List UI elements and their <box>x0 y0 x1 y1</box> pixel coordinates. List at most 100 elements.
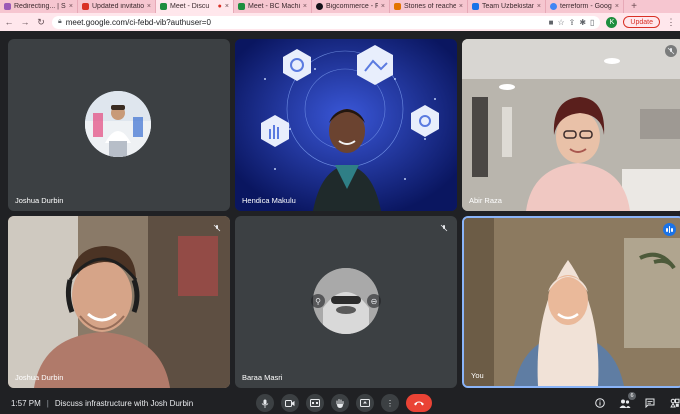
tab-title: Updated invitation <box>92 3 144 10</box>
browser-tab-active[interactable]: Meet - Discu ● × <box>156 0 234 13</box>
participant-video <box>235 39 457 211</box>
camera-permission-icon[interactable]: ■ <box>549 18 554 27</box>
participant-name: You <box>471 371 484 380</box>
browser-tab[interactable]: Bigcommerce - F × <box>312 0 390 13</box>
more-options-button[interactable]: ⋮ <box>381 394 399 412</box>
mic-off-icon <box>665 45 677 57</box>
browser-tab[interactable]: Team Uzbekistan × <box>468 0 546 13</box>
recording-dot-icon: ● <box>217 3 222 10</box>
browser-tab[interactable]: Stories of reache × <box>390 0 468 13</box>
captions-icon <box>310 399 320 407</box>
microphone-button[interactable] <box>256 394 274 412</box>
close-icon[interactable]: × <box>459 3 463 10</box>
profile-avatar[interactable]: K <box>606 16 618 28</box>
new-tab-button[interactable]: + <box>624 0 644 13</box>
forward-icon[interactable]: → <box>20 17 30 27</box>
participant-name: Joshua Durbin <box>15 373 64 382</box>
participant-name: Abir Raza <box>469 196 502 205</box>
close-icon[interactable]: × <box>381 3 385 10</box>
people-icon <box>619 399 631 408</box>
close-icon[interactable]: × <box>69 3 73 10</box>
hang-up-icon <box>414 401 424 406</box>
browser-tab[interactable]: Redirecting... | Sl × <box>0 0 78 13</box>
side-panel-controls: 6 <box>592 392 680 411</box>
tab-favicon <box>394 3 401 10</box>
tab-title: Stories of reache <box>404 3 456 10</box>
meeting-separator: | <box>46 398 49 408</box>
mic-off-icon <box>211 222 223 234</box>
tab-title: terreform - Goog <box>560 3 612 10</box>
activities-button[interactable] <box>667 395 680 411</box>
participant-name: Hendica Makulu <box>242 196 296 205</box>
close-icon[interactable]: × <box>225 3 229 10</box>
update-button[interactable]: Update <box>623 16 660 28</box>
url-text[interactable]: meet.google.com/ci-febd-vib?authuser=0 <box>66 18 545 27</box>
tab-title: Team Uzbekistan <box>482 3 534 10</box>
more-vertical-icon: ⋮ <box>386 398 394 408</box>
bookmark-star-icon[interactable]: ☆ <box>557 18 564 27</box>
tab-favicon <box>316 3 323 10</box>
participant-tile[interactable]: ⚲ ⊖ Baraa Masri <box>235 216 457 388</box>
pin-icon[interactable]: ⚲ <box>311 294 325 308</box>
present-screen-icon <box>360 399 370 407</box>
meeting-bottom-bar: 1:57 PM | Discuss infrastructure with Jo… <box>0 392 680 414</box>
camera-icon <box>285 399 295 407</box>
close-icon[interactable]: × <box>615 3 619 10</box>
chat-icon <box>645 398 655 408</box>
browser-tab[interactable]: terreform - Goog × <box>546 0 624 13</box>
lock-icon[interactable]: 🔒︎ <box>58 18 62 26</box>
camera-button[interactable] <box>281 394 299 412</box>
leave-call-button[interactable] <box>406 394 432 412</box>
participant-name: Joshua Durbin <box>15 196 64 205</box>
close-icon[interactable]: × <box>147 3 151 10</box>
participant-tile[interactable]: Joshua Durbin <box>8 39 230 211</box>
tab-title: Redirecting... | Sl <box>14 3 66 10</box>
meeting-details-button[interactable] <box>592 395 608 411</box>
address-bar-row: ← → ↻ 🔒︎ meet.google.com/ci-febd-vib?aut… <box>0 13 680 31</box>
sidebar-icon[interactable]: ▯ <box>590 18 594 27</box>
browser-tab[interactable]: Updated invitation × <box>78 0 156 13</box>
participants-button[interactable]: 6 <box>617 392 636 411</box>
participant-video <box>8 216 230 388</box>
more-menu-icon[interactable]: ⋮ <box>666 17 676 28</box>
raise-hand-button[interactable] <box>331 394 349 412</box>
meeting-time: 1:57 PM <box>11 398 41 408</box>
participant-avatar <box>85 91 151 157</box>
participant-tile[interactable]: Abir Raza <box>462 39 680 211</box>
participant-video <box>464 218 680 386</box>
info-icon <box>595 398 605 408</box>
url-field[interactable]: 🔒︎ meet.google.com/ci-febd-vib?authuser=… <box>52 15 601 29</box>
close-icon[interactable]: × <box>303 3 307 10</box>
present-button[interactable] <box>356 394 374 412</box>
tab-favicon <box>160 3 167 10</box>
meeting-title: Discuss infrastructure with Josh Durbin <box>54 398 194 408</box>
speaking-indicator-icon <box>663 223 676 236</box>
mic-off-icon <box>438 222 450 234</box>
tab-favicon <box>472 3 479 10</box>
participant-name: Baraa Masri <box>242 373 283 382</box>
chat-button[interactable] <box>642 395 658 411</box>
participant-tile[interactable]: Joshua Durbin <box>8 216 230 388</box>
reload-icon[interactable]: ↻ <box>36 17 46 28</box>
tab-favicon <box>4 3 11 10</box>
microphone-icon <box>261 399 269 408</box>
close-icon[interactable]: × <box>537 3 541 10</box>
tab-title: Bigcommerce - F <box>326 3 378 10</box>
participant-tile-self[interactable]: You <box>462 216 680 388</box>
call-controls: ⋮ <box>256 394 432 412</box>
browser-tab[interactable]: Meet - BC Machi × <box>234 0 312 13</box>
participant-video <box>462 39 680 211</box>
extensions-icon[interactable]: ✱ <box>579 18 586 27</box>
captions-button[interactable] <box>306 394 324 412</box>
tab-title: Meet - Discu <box>170 3 210 10</box>
tab-favicon <box>238 3 245 10</box>
tab-favicon <box>82 3 89 10</box>
back-icon[interactable]: ← <box>4 17 14 27</box>
activities-icon <box>670 398 680 408</box>
share-icon[interactable]: ⇪ <box>569 18 576 27</box>
raise-hand-icon <box>336 398 344 408</box>
mute-participant-icon[interactable]: ⊖ <box>367 294 381 308</box>
tab-favicon <box>550 3 557 10</box>
participant-tile[interactable]: Hendica Makulu <box>235 39 457 211</box>
avatar-photo <box>85 91 151 157</box>
